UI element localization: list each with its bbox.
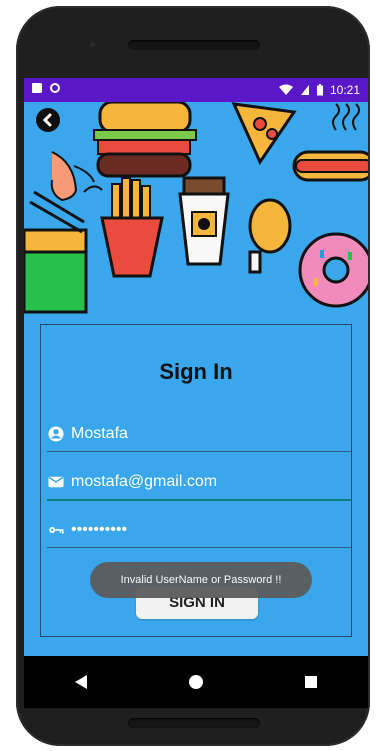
donut-icon	[298, 232, 368, 308]
coffee-cup-icon	[178, 176, 230, 266]
status-right: 10:21	[278, 83, 360, 97]
password-field[interactable]: ••••••••••	[47, 515, 351, 548]
password-value[interactable]: ••••••••••	[71, 521, 127, 539]
bottom-speaker	[128, 718, 260, 728]
key-icon	[49, 527, 64, 534]
food-collage	[24, 100, 368, 314]
drumstick-icon	[248, 198, 292, 274]
recents-nav-icon[interactable]	[305, 676, 317, 688]
signal-icon	[300, 85, 309, 95]
sd-card-icon	[32, 83, 42, 93]
back-nav-icon[interactable]	[75, 675, 87, 689]
noodles-box-icon	[24, 190, 88, 314]
email-field[interactable]: mostafa@gmail.com	[47, 467, 351, 501]
front-camera	[90, 42, 95, 47]
mail-icon	[48, 476, 64, 488]
sync-icon	[50, 83, 60, 93]
status-time: 10:21	[329, 83, 360, 97]
fries-icon	[100, 177, 164, 278]
username-field[interactable]: Mostafa	[47, 419, 351, 452]
top-speaker	[128, 40, 260, 50]
battery-icon	[316, 84, 323, 96]
status-left	[32, 83, 60, 93]
back-button[interactable]	[36, 108, 60, 132]
arrow-left-icon	[42, 113, 52, 127]
burger-icon	[93, 100, 197, 178]
home-nav-icon[interactable]	[189, 675, 203, 689]
pizza-icon	[231, 102, 297, 166]
navigation-bar	[24, 656, 368, 708]
error-toast: Invalid UserName or Password !!	[90, 562, 312, 598]
wifi-icon	[278, 84, 293, 95]
account-icon	[48, 426, 64, 442]
status-bar: 10:21	[24, 78, 368, 102]
hotdog-icon	[292, 103, 368, 182]
app-screen: 10:21 Sign In Mostafa mostafa@gmail.com …	[24, 78, 368, 708]
email-value[interactable]: mostafa@gmail.com	[71, 473, 217, 491]
food-illustrations	[24, 100, 368, 322]
shrimp-icon	[50, 151, 103, 202]
page-title: Sign In	[159, 359, 233, 384]
username-value[interactable]: Mostafa	[71, 425, 128, 443]
